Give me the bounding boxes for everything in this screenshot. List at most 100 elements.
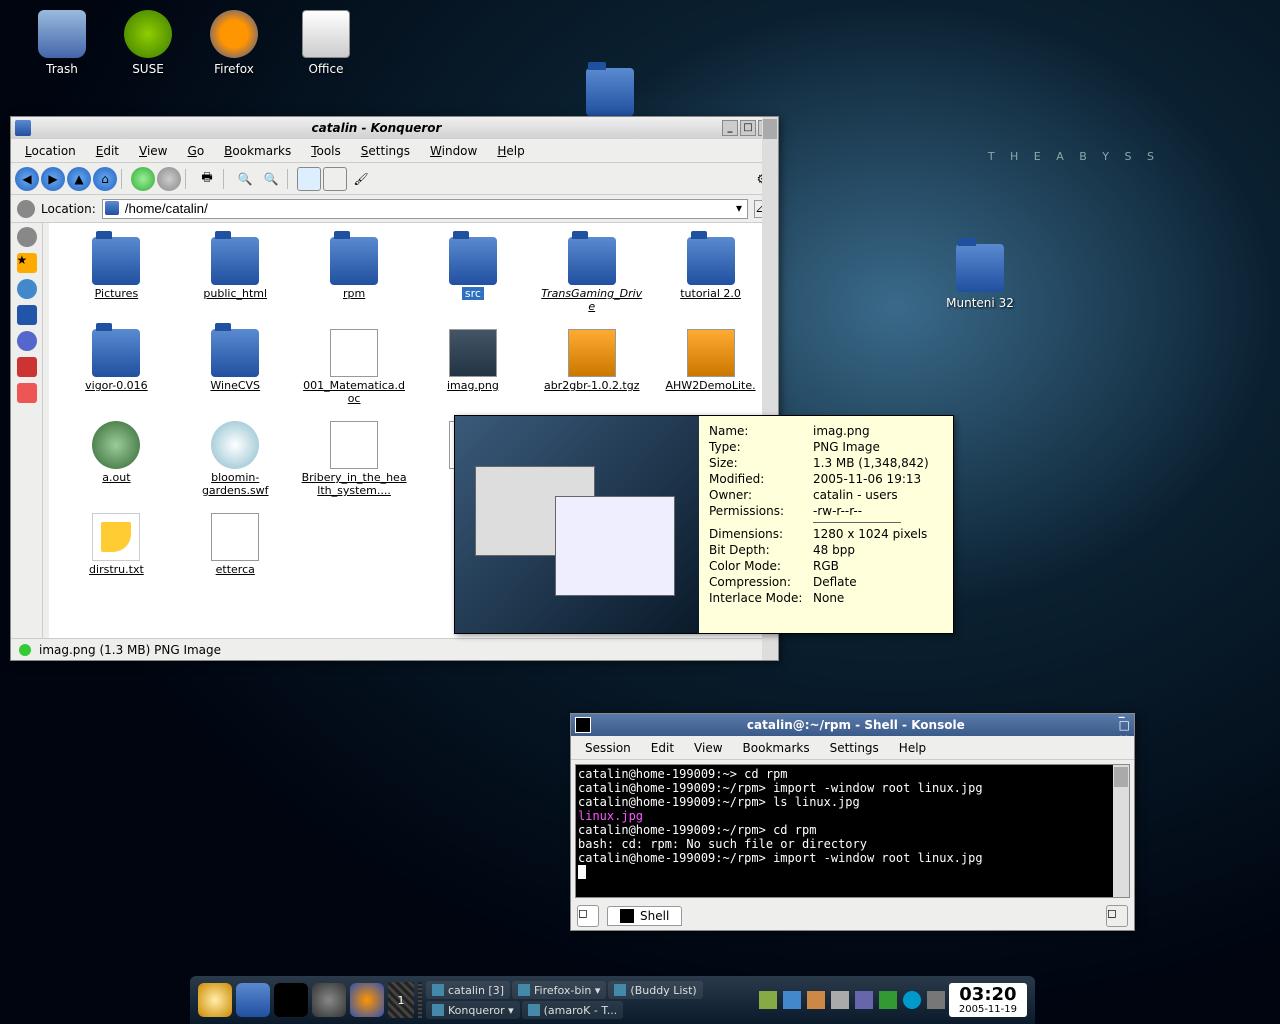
tray-icon[interactable] bbox=[855, 991, 873, 1009]
file-item[interactable]: etterca bbox=[178, 509, 293, 580]
scrollbar-vertical[interactable] bbox=[1113, 765, 1129, 897]
home-launcher[interactable] bbox=[236, 983, 270, 1017]
file-label: WineCVS bbox=[182, 379, 289, 392]
file-item[interactable]: Bribery_in_the_health_system.... bbox=[297, 417, 412, 501]
tray-icon[interactable] bbox=[879, 991, 897, 1009]
file-item[interactable]: tutorial 2.0 bbox=[653, 233, 768, 317]
folder-icon bbox=[211, 329, 259, 377]
firefox-icon bbox=[210, 10, 258, 58]
minimize-button[interactable]: _ bbox=[1119, 704, 1130, 718]
taskbar-clock[interactable]: 03:20 2005-11-19 bbox=[949, 983, 1027, 1018]
menu-view[interactable]: View bbox=[131, 142, 175, 160]
maximize-button[interactable]: □ bbox=[1119, 718, 1130, 732]
sidebar-services-button[interactable] bbox=[17, 227, 37, 247]
tray-icon[interactable] bbox=[759, 991, 777, 1009]
tree-view-button[interactable]: 🖌 bbox=[349, 167, 373, 191]
menu-session[interactable]: Session bbox=[577, 739, 639, 757]
file-item[interactable]: rpm bbox=[297, 233, 412, 317]
menu-settings[interactable]: Settings bbox=[353, 142, 418, 160]
file-item[interactable]: bloomin-gardens.swf bbox=[178, 417, 293, 501]
menu-location[interactable]: Location bbox=[17, 142, 84, 160]
tray-icon[interactable] bbox=[807, 991, 825, 1009]
menu-bookmarks[interactable]: Bookmarks bbox=[216, 142, 299, 160]
menu-help[interactable]: Help bbox=[489, 142, 532, 160]
menu-bookmarks[interactable]: Bookmarks bbox=[735, 739, 818, 757]
file-item[interactable]: Pictures bbox=[59, 233, 174, 317]
img-icon bbox=[449, 329, 497, 377]
tray-icon[interactable] bbox=[831, 991, 849, 1009]
file-item[interactable]: public_html bbox=[178, 233, 293, 317]
desktop-icon-office[interactable]: Office bbox=[286, 10, 366, 76]
maximize-button[interactable]: □ bbox=[740, 120, 756, 136]
menu-window[interactable]: Window bbox=[422, 142, 485, 160]
file-item[interactable]: abr2gbr-1.0.2.tgz bbox=[534, 325, 649, 409]
menu-go[interactable]: Go bbox=[180, 142, 213, 160]
back-button[interactable]: ◀ bbox=[15, 167, 39, 191]
desktop-icon-munteni[interactable]: Munteni 32 bbox=[940, 244, 1020, 310]
location-clear-button[interactable] bbox=[17, 200, 35, 218]
taskbar-task[interactable]: catalin [3] bbox=[426, 981, 510, 999]
desktop-icon-firefox[interactable]: Firefox bbox=[194, 10, 274, 76]
up-button[interactable]: ▲ bbox=[67, 167, 91, 191]
reload-button[interactable] bbox=[131, 167, 155, 191]
konsole-titlebar[interactable]: catalin@:~/rpm - Shell - Konsole _ □ × bbox=[571, 714, 1134, 736]
terminal-line: catalin@home-199009:~/rpm> ls linux.jpg bbox=[578, 795, 1127, 809]
file-item[interactable]: TransGaming_Drive bbox=[534, 233, 649, 317]
minimize-button[interactable]: _ bbox=[722, 120, 738, 136]
menu-edit[interactable]: Edit bbox=[88, 142, 127, 160]
taskbar-task[interactable]: (amaroK - T... bbox=[522, 1001, 624, 1019]
desktop-pager[interactable]: 1 bbox=[388, 982, 414, 1018]
tray-icon[interactable] bbox=[927, 991, 945, 1009]
sidebar-config-button[interactable] bbox=[17, 383, 37, 403]
konsole-terminal[interactable]: catalin@home-199009:~> cd rpmcatalin@hom… bbox=[575, 764, 1130, 898]
taskbar-separator bbox=[418, 982, 422, 1018]
tab-close-button[interactable]: ◻ bbox=[1106, 905, 1128, 927]
taskbar-task[interactable]: (Buddy List) bbox=[608, 981, 702, 999]
zoom-out-button[interactable]: 🔍 bbox=[259, 167, 283, 191]
menu-tools[interactable]: Tools bbox=[303, 142, 349, 160]
sidebar-network-button[interactable] bbox=[17, 331, 37, 351]
taskbar-task[interactable]: Konqueror ▾ bbox=[426, 1001, 520, 1019]
desktop-icon-floating-folder[interactable] bbox=[570, 68, 650, 120]
home-button[interactable]: ⌂ bbox=[93, 167, 117, 191]
location-dropdown[interactable]: ▾ bbox=[732, 201, 746, 215]
firefox-launcher[interactable] bbox=[350, 983, 384, 1017]
konsole-tab-shell[interactable]: Shell bbox=[607, 906, 682, 926]
sidebar-root-button[interactable] bbox=[17, 357, 37, 377]
kmenu-button[interactable] bbox=[198, 983, 232, 1017]
file-item[interactable]: src bbox=[416, 233, 531, 317]
task-icon bbox=[528, 1004, 540, 1016]
list-view-button[interactable] bbox=[323, 167, 347, 191]
file-item[interactable]: a.out bbox=[59, 417, 174, 501]
menu-edit[interactable]: Edit bbox=[643, 739, 682, 757]
file-item[interactable]: dirstru.txt bbox=[59, 509, 174, 580]
tooltip-value: 48 bpp bbox=[813, 543, 855, 557]
zoom-in-button[interactable]: 🔍 bbox=[233, 167, 257, 191]
tray-icon[interactable] bbox=[783, 991, 801, 1009]
file-item[interactable]: AHW2DemoLite. bbox=[653, 325, 768, 409]
file-item[interactable]: 001_Matematica.doc bbox=[297, 325, 412, 409]
menu-settings[interactable]: Settings bbox=[822, 739, 887, 757]
tray-icon-k[interactable] bbox=[903, 991, 921, 1009]
new-tab-button[interactable]: ◻ bbox=[577, 905, 599, 927]
print-button[interactable]: 🖶 bbox=[195, 167, 219, 191]
sidebar-history-button[interactable] bbox=[17, 279, 37, 299]
stop-button[interactable] bbox=[157, 167, 181, 191]
desktop-icon-suse[interactable]: SUSE bbox=[108, 10, 188, 76]
konsole-launcher[interactable] bbox=[274, 983, 308, 1017]
icon-view-button[interactable] bbox=[297, 167, 321, 191]
location-input[interactable] bbox=[102, 199, 748, 219]
menu-help[interactable]: Help bbox=[891, 739, 934, 757]
forward-button[interactable]: ▶ bbox=[41, 167, 65, 191]
desktop-icon-trash[interactable]: Trash bbox=[22, 10, 102, 76]
taskbar-task[interactable]: Firefox-bin ▾ bbox=[512, 981, 606, 999]
settings-launcher[interactable] bbox=[312, 983, 346, 1017]
file-item[interactable]: imag.png bbox=[416, 325, 531, 409]
file-item[interactable]: vigor-0.016 bbox=[59, 325, 174, 409]
sidebar-home-button[interactable] bbox=[17, 305, 37, 325]
menu-view[interactable]: View bbox=[686, 739, 730, 757]
konqueror-titlebar[interactable]: catalin - Konqueror _ □ × bbox=[11, 117, 778, 139]
task-label: Firefox-bin ▾ bbox=[534, 984, 600, 997]
file-item[interactable]: WineCVS bbox=[178, 325, 293, 409]
sidebar-bookmarks-button[interactable]: ★ bbox=[17, 253, 37, 273]
